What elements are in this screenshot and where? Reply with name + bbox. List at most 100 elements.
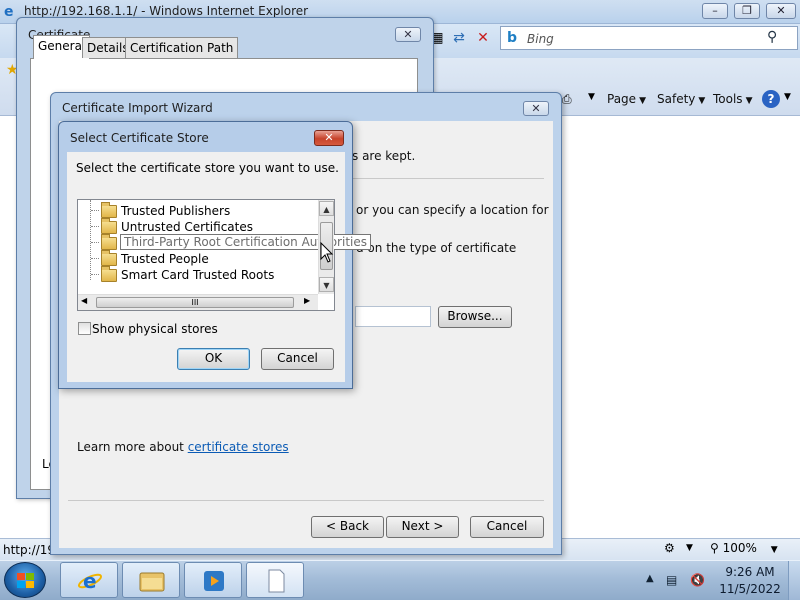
taskbar-media-player-button[interactable] — [184, 562, 242, 598]
search-input[interactable]: b Bing ⚲ — [500, 26, 798, 50]
tree-line — [91, 274, 99, 275]
minimize-button[interactable]: – — [702, 3, 728, 19]
scroll-up-icon[interactable]: ▲ — [319, 201, 334, 216]
taskbar-document-button[interactable] — [246, 562, 304, 598]
refresh-icon[interactable]: ⇄ — [448, 30, 470, 48]
wizard-footer-divider — [68, 500, 544, 501]
tree-item-smart-card-trusted-roots[interactable]: Smart Card Trusted Roots — [80, 266, 318, 283]
safety-menu[interactable]: Safety ▼ — [657, 92, 705, 106]
wizard-partial-line-3: d on the type of certificate — [356, 241, 517, 255]
protected-dropdown-icon[interactable]: ▼ — [686, 543, 693, 553]
volume-muted-icon[interactable]: 🔇 — [690, 573, 705, 587]
document-icon — [268, 569, 285, 593]
wizard-partial-line-2: or you can specify a location for — [356, 203, 549, 217]
folder-icon — [101, 266, 117, 282]
browse-button[interactable]: Browse... — [438, 306, 512, 328]
tree-item-label: Smart Card Trusted Roots — [121, 268, 275, 282]
ie-window-title: http://192.168.1.1/ - Windows Internet E… — [24, 4, 309, 18]
scroll-grip: III — [191, 298, 199, 307]
wizard-partial-line-1: s are kept. — [352, 149, 416, 163]
store-tree[interactable]: Trusted Publishers Untrusted Certificate… — [77, 199, 371, 311]
page-menu-label: Page — [607, 92, 637, 106]
ie-logo-icon: e — [4, 4, 14, 20]
close-button[interactable]: ✕ — [766, 3, 796, 19]
learn-more-prefix: Learn more about — [77, 440, 188, 454]
tree-line — [91, 226, 99, 227]
folder-icon — [139, 572, 165, 592]
folder-icon — [101, 250, 117, 266]
folder-icon — [101, 218, 117, 234]
zoom-icon: ⚲ — [710, 541, 719, 555]
tree-line — [91, 242, 99, 243]
media-player-icon — [204, 571, 224, 591]
ok-button[interactable]: OK — [177, 348, 250, 370]
certificate-stores-link[interactable]: certificate stores — [188, 440, 289, 454]
tools-menu-label: Tools — [713, 92, 743, 106]
start-button[interactable] — [4, 562, 46, 598]
tree-item-trusted-publishers[interactable]: Trusted Publishers — [80, 202, 318, 219]
wizard-close-button[interactable]: ✕ — [523, 101, 549, 116]
back-button-label: < Back — [325, 519, 369, 533]
learn-more-text: Learn more about certificate stores — [77, 440, 289, 454]
maximize-button[interactable]: ❐ — [734, 3, 760, 19]
help-icon[interactable]: ? — [762, 90, 780, 108]
zoom-control[interactable]: ⚲ 100% ▼ — [710, 541, 778, 555]
tree-item-trusted-people[interactable]: Trusted People — [80, 250, 318, 267]
tree-item-label: Trusted Publishers — [121, 204, 231, 218]
clock-date: 11/5/2022 — [719, 582, 781, 596]
system-clock[interactable]: 9:26 AM 11/5/2022 — [715, 564, 785, 598]
scroll-right-icon[interactable]: ▶ — [304, 296, 310, 305]
tab-details-label: Details — [87, 41, 129, 55]
back-button[interactable]: < Back — [311, 516, 384, 538]
tree-item-label: Untrusted Certificates — [121, 220, 253, 234]
zoom-level: 100% — [722, 541, 757, 555]
scroll-left-icon[interactable]: ◀ — [81, 296, 87, 305]
network-icon[interactable]: ▤ — [666, 573, 677, 587]
tree-item-untrusted-certificates[interactable]: Untrusted Certificates — [80, 218, 318, 235]
select-store-close-button[interactable]: ✕ — [314, 130, 344, 146]
show-desktop-button[interactable] — [788, 561, 800, 600]
store-cancel-label: Cancel — [277, 351, 318, 365]
taskbar-explorer-button[interactable] — [122, 562, 180, 598]
import-wizard-title: Certificate Import Wizard — [62, 101, 213, 115]
print-dropdown-icon[interactable]: ▼ — [588, 92, 595, 102]
tab-certification-path[interactable]: Certification Path — [125, 37, 239, 58]
folder-icon — [101, 234, 117, 250]
tab-certification-path-label: Certification Path — [130, 41, 234, 55]
search-placeholder: Bing — [527, 32, 554, 46]
page-menu[interactable]: Page ▼ — [607, 92, 646, 106]
select-store-instruction: Select the certificate store you want to… — [76, 161, 339, 175]
chevron-down-icon: ▼ — [698, 96, 706, 106]
tools-menu[interactable]: Tools ▼ — [713, 92, 752, 106]
taskbar-ie-button[interactable]: e — [60, 562, 118, 598]
ok-button-label: OK — [204, 351, 223, 365]
wizard-cancel-button[interactable]: Cancel — [470, 516, 544, 538]
bing-icon: b — [507, 30, 518, 46]
tree-line — [91, 258, 99, 259]
help-dropdown-icon[interactable]: ▼ — [784, 92, 791, 102]
tree-horizontal-scrollbar[interactable]: ◀ III ▶ — [78, 294, 318, 310]
search-icon[interactable]: ⚲ — [767, 29, 777, 45]
svg-text:e: e — [83, 569, 97, 593]
store-cancel-button[interactable]: Cancel — [261, 348, 334, 370]
horizontal-scroll-thumb[interactable]: III — [96, 297, 294, 308]
zoom-dropdown-icon: ▼ — [770, 545, 778, 555]
print-icon[interactable]: ⎙ — [562, 92, 572, 107]
next-button[interactable]: Next > — [386, 516, 459, 538]
certificate-close-button[interactable]: ✕ — [395, 27, 421, 42]
status-url: http://19 — [3, 543, 56, 557]
protected-mode-icon[interactable]: ⚙ — [664, 541, 675, 555]
show-hidden-icons[interactable]: ▲ — [646, 573, 654, 584]
store-name-field[interactable] — [355, 306, 431, 327]
tree-item-third-party-root[interactable]: Third-Party Root Certification Authoriti… — [80, 234, 371, 251]
safety-menu-label: Safety — [657, 92, 696, 106]
scroll-down-icon[interactable]: ▼ — [319, 277, 334, 292]
mouse-pointer-icon — [320, 242, 334, 263]
chevron-down-icon: ▼ — [639, 96, 646, 106]
stop-icon[interactable]: ✕ — [472, 30, 494, 48]
tree-line — [91, 210, 99, 211]
show-physical-stores-checkbox[interactable] — [78, 322, 91, 335]
windows-logo-icon — [17, 573, 34, 588]
tree-item-label: Trusted People — [121, 252, 209, 266]
chevron-down-icon: ▼ — [745, 96, 753, 106]
